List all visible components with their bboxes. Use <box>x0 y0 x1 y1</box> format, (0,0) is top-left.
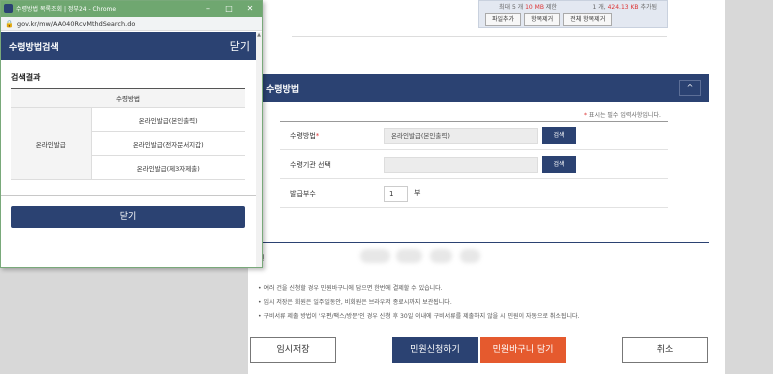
scrollbar[interactable]: ▲ <box>256 32 262 267</box>
file-upload-panel: 최대 5 개 10 MB 제한 1 개, 424.13 KB 추가됨 파일추가 … <box>478 0 668 28</box>
window-titlebar[interactable]: 수령방법 목록조회 | 정부24 - Chrome – □ ✕ <box>1 1 262 17</box>
method-search-button[interactable]: 검색 <box>542 127 576 144</box>
temp-save-button[interactable]: 임시저장 <box>250 337 336 363</box>
note-item: • 임시 저장은 회원은 일주일동안, 비회원은 브라우저 종료시까지 보관됩니… <box>258 299 452 306</box>
agency-input[interactable] <box>384 157 538 173</box>
favicon-icon <box>4 4 13 13</box>
method-label: 수령방법* <box>290 132 320 140</box>
chevron-up-icon[interactable]: ^ <box>679 80 701 96</box>
url-text[interactable]: gov.kr/mw/AA040RcvMthdSearch.do <box>17 20 135 28</box>
upload-count: 1 개, 424.13 KB 추가됨 <box>592 4 657 11</box>
blurred-text <box>460 249 480 263</box>
add-file-button[interactable]: 파일추가 <box>485 13 522 26</box>
table-header: 수령방법 <box>11 88 245 108</box>
form-row-copies: 발급부수 1 부 <box>280 180 668 208</box>
method-input[interactable]: 온라인발급(본인출력) <box>384 128 538 144</box>
note-item: • 구비서류 제출 방법이 '우편/팩스/방문'인 경우 신청 후 30일 이내… <box>258 313 580 320</box>
required-note: * 표시는 필수 입력사항입니다. <box>584 112 661 119</box>
upload-meta: 최대 5 개 10 MB 제한 1 개, 424.13 KB 추가됨 <box>485 2 661 11</box>
upload-limit: 최대 5 개 10 MB 제한 <box>499 4 557 11</box>
address-bar[interactable]: 🔒 gov.kr/mw/AA040RcvMthdSearch.do <box>1 17 262 31</box>
option-e-wallet[interactable]: 온라인발급(전자문서지갑) <box>91 131 245 156</box>
cancel-button[interactable]: 취소 <box>622 337 708 363</box>
popup-window: 수령방법 목록조회 | 정부24 - Chrome – □ ✕ 🔒 gov.kr… <box>0 0 263 268</box>
section-title: 수령방법 <box>266 85 300 95</box>
notes-list: • 여러 건을 신청할 경우 민원바구니에 담으면 한번에 결제할 수 있습니다… <box>258 282 579 324</box>
divider <box>1 195 256 196</box>
close-button[interactable]: 닫기 <box>11 206 245 228</box>
minimize-icon[interactable]: – <box>197 2 219 16</box>
agency-label: 수령기관 선택 <box>290 161 331 169</box>
apply-button[interactable]: 민원신청하기 <box>392 337 478 363</box>
close-icon[interactable]: ✕ <box>239 2 261 16</box>
maximize-icon[interactable]: □ <box>218 2 240 16</box>
section-header[interactable]: 수령방법 ^ <box>258 74 709 102</box>
blurred-text <box>430 249 452 263</box>
form-row-method: 수령방법* 온라인발급(본인출력) 검색 <box>280 122 668 150</box>
table-row: 온라인발급 온라인발급(본인출력) <box>11 107 245 180</box>
window-title: 수령방법 목록조회 | 정부24 - Chrome <box>16 6 117 13</box>
copies-unit: 부 <box>414 189 421 197</box>
result-title: 검색결과 <box>11 73 41 82</box>
lock-icon: 🔒 <box>5 20 14 28</box>
add-to-cart-button[interactable]: 민원바구니 담기 <box>480 337 566 363</box>
agency-search-button[interactable]: 검색 <box>542 156 576 173</box>
popup-title: 수령방법검색 <box>9 43 59 53</box>
popup-header: 수령방법검색 닫기 <box>1 32 256 60</box>
header-close-button[interactable]: 닫기 <box>230 38 250 54</box>
table-header-row: 수령방법 <box>11 88 245 108</box>
blurred-text <box>396 249 422 263</box>
option-third-party[interactable]: 온라인발급(제3자제출) <box>91 155 245 180</box>
group-cell: 온라인발급 <box>11 107 92 180</box>
upload-buttons: 파일추가 항목제거 전체 항목제거 <box>485 13 613 26</box>
remove-all-button[interactable]: 전체 항목제거 <box>563 13 613 26</box>
divider <box>258 242 709 243</box>
option-self-print[interactable]: 온라인발급(본인출력) <box>91 107 245 132</box>
remove-item-button[interactable]: 항목제거 <box>524 13 561 26</box>
copies-label: 발급부수 <box>290 190 316 198</box>
blurred-text <box>360 249 390 263</box>
result-table: 수령방법 온라인발급 온라인발급(본인출력) 온라인발급(전자문서지갑) 온라인… <box>11 88 245 180</box>
form-row-agency: 수령기관 선택 검색 <box>280 151 668 179</box>
scroll-up-icon[interactable]: ▲ <box>256 32 262 38</box>
note-item: • 여러 건을 신청할 경우 민원바구니에 담으면 한번에 결제할 수 있습니다… <box>258 285 443 292</box>
divider <box>292 36 667 37</box>
copies-input[interactable]: 1 <box>384 186 408 202</box>
